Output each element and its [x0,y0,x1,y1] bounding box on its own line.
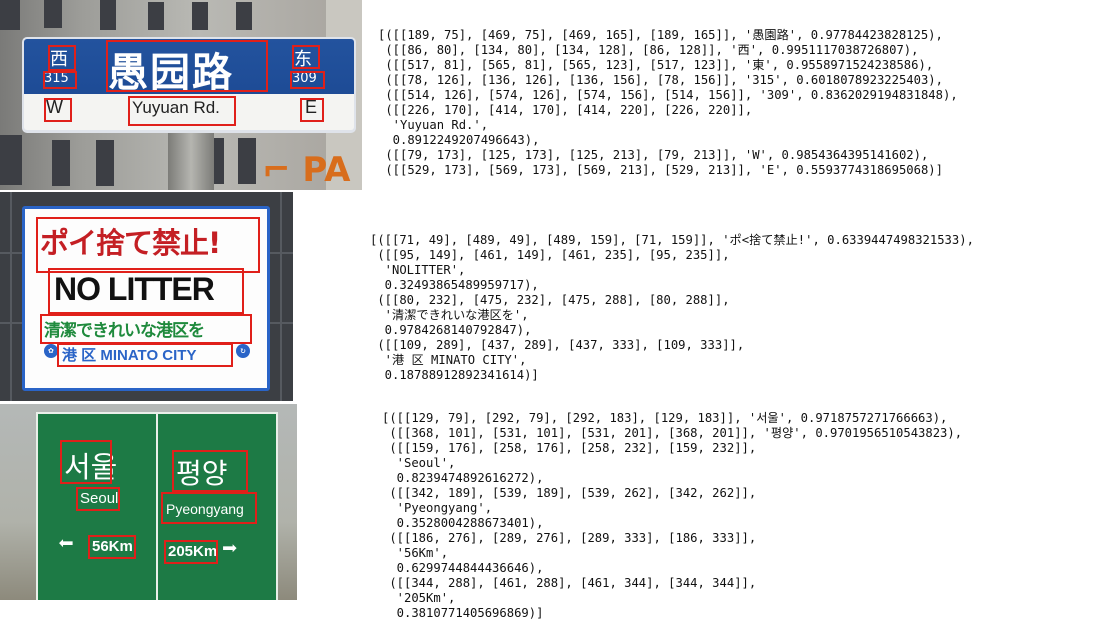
detection-box [57,343,233,367]
ocr-output-1: [([[189, 75], [469, 75], [469, 165], [18… [378,13,958,193]
building-window [44,0,62,28]
ocr-output-line: ([[186, 276], [289, 276], [289, 333], [1… [382,531,757,545]
recycle-emblem-icon: ↻ [236,344,250,358]
arrow-right-icon: ➡ [222,534,238,564]
building-window [0,135,22,185]
detection-box [300,98,324,122]
ocr-output-3: [([[129, 79], [292, 79], [292, 183], [12… [382,396,962,636]
fence-wire [10,192,12,401]
arrow-left-icon: ⬅ [58,529,74,559]
detection-box [292,45,320,69]
ocr-output-line: ([[514, 126], [574, 126], [574, 156], [5… [378,88,958,102]
detection-box [172,450,248,492]
building-window [0,0,20,30]
detection-box [48,268,244,314]
detection-box [48,45,76,71]
ocr-output-line: 0.3810771405696869)] [382,606,544,620]
ocr-output-line: [([[189, 75], [469, 75], [469, 165], [18… [378,28,943,42]
no-litter-sign-photo: ポイ捨て禁止! NO LITTER 清潔できれいな港区を ✿ 港 区 MINAT… [0,192,293,401]
building-window [238,138,256,184]
ocr-output-line: ([[159, 176], [258, 176], [258, 232], [1… [382,441,757,455]
ocr-output-line: ([[95, 149], [461, 149], [461, 235], [95… [370,248,730,262]
ocr-output-line: '港 区 MINATO CITY', [370,353,527,367]
ocr-output-line: ([[109, 289], [437, 289], [437, 333], [1… [370,338,745,352]
detection-box [60,440,112,484]
ocr-output-line: [([[71, 49], [489, 49], [489, 159], [71,… [370,233,974,247]
sign-pole [168,128,214,190]
yuyuan-road-sign-photo: 愚园路 西 东 315 309 Yuyuan Rd. W E ⌐ PA [0,0,362,190]
ocr-output-line: 'Seoul', [382,456,456,470]
ocr-output-line: ([[368, 101], [531, 101], [531, 201], [3… [382,426,963,440]
minato-emblem-icon: ✿ [44,344,58,358]
ocr-output-line: '56Km', [382,546,449,560]
ocr-output-line: 0.8239474892616272), [382,471,544,485]
fence-wire [280,192,282,401]
ocr-output-line: '205Km', [382,591,456,605]
ocr-output-line: ([[78, 126], [136, 126], [136, 156], [78… [378,73,943,87]
ocr-output-line: ([[79, 173], [125, 173], [125, 213], [79… [378,148,929,162]
building-window [52,140,70,186]
ocr-output-line: 0.3528004288673401), [382,516,544,530]
ocr-output-line: ([[80, 232], [475, 232], [475, 288], [80… [370,293,730,307]
seoul-pyeongyang-sign-photo: 서울 Seoul ⬅ 56Km 평양 Pyeongyang 205Km ➡ [0,404,297,600]
ocr-output-line: '清潔できれいな港区を', [370,308,529,322]
detection-box [88,535,136,559]
ocr-output-line: 0.6299744844436646), [382,561,544,575]
detection-box [290,71,325,89]
detection-box [40,314,252,344]
ocr-output-line: [([[129, 79], [292, 79], [292, 183], [12… [382,411,948,425]
building-window [148,2,164,30]
orange-storefront-lettering: ⌐ PA [262,150,351,190]
detection-box [43,71,77,89]
detection-box [44,98,72,122]
ocr-output-line: 0.18788912892341614)] [370,368,539,382]
building-window [100,0,116,30]
detection-box [164,540,218,564]
detection-box [161,492,257,524]
ocr-output-line: ([[226, 170], [414, 170], [414, 220], [2… [378,103,753,117]
detection-box [76,487,120,511]
building-window [236,2,252,30]
ocr-output-line: 'Pyeongyang', [382,501,493,515]
ocr-output-line: ([[342, 189], [539, 189], [539, 262], [3… [382,486,757,500]
ocr-output-line: 0.8912249207496643), [378,133,540,147]
ocr-output-line: ([[344, 288], [461, 288], [461, 344], [3… [382,576,757,590]
detection-box [106,40,268,92]
ocr-output-line: ([[86, 80], [134, 80], [134, 128], [86, … [378,43,919,57]
building-window [96,140,114,186]
ocr-output-line: 0.9784268140792847), [370,323,532,337]
ocr-output-2: [([[71, 49], [489, 49], [489, 159], [71,… [370,218,974,398]
detection-box [128,96,236,126]
detection-box [36,217,260,273]
building-window [192,2,208,30]
ocr-output-line: 0.32493865489959717), [370,278,539,292]
ocr-output-line: ([[529, 173], [569, 173], [569, 213], [5… [378,163,943,177]
ocr-output-line: 'Yuyuan Rd.', [378,118,489,132]
ocr-output-line: 'NOLITTER', [370,263,466,277]
ocr-output-line: ([[517, 81], [565, 81], [565, 123], [517… [378,58,934,72]
